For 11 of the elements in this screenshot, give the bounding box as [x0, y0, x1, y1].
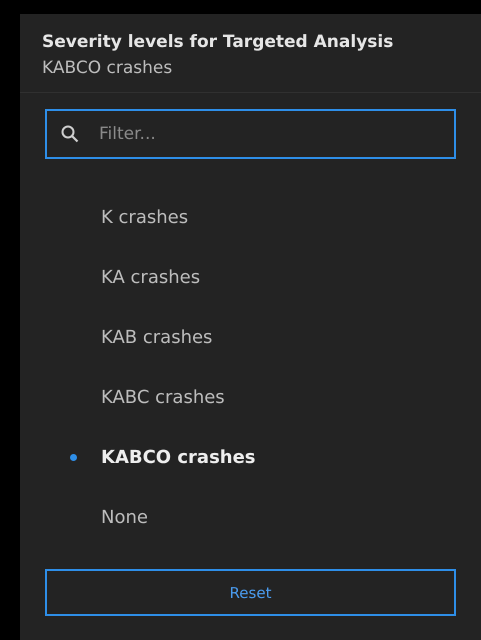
panel-title: Severity levels for Targeted Analysis [42, 32, 394, 52]
list-item[interactable]: KABCO crashes [101, 446, 256, 468]
list-item[interactable]: None [101, 506, 148, 528]
list-item[interactable]: KA crashes [101, 266, 200, 288]
panel-subtitle: KABCO crashes [42, 58, 174, 78]
list-item[interactable]: K crashes [101, 206, 188, 228]
filter-field[interactable]: Filter... [45, 109, 456, 159]
search-icon [61, 125, 79, 143]
list-item[interactable]: KABC crashes [101, 386, 225, 408]
reset-button[interactable]: Reset [45, 569, 456, 616]
list-item[interactable]: KAB crashes [101, 326, 212, 348]
